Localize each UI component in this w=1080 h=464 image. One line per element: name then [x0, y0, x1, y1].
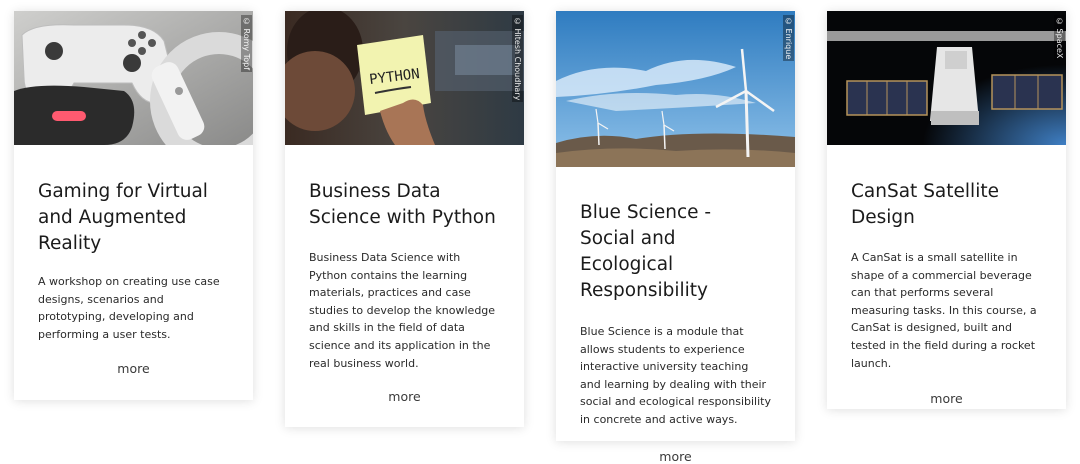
more-link[interactable]: more [285, 389, 524, 404]
wind-turbines-image[interactable]: © Enrique [556, 11, 795, 167]
more-link[interactable]: more [827, 391, 1066, 406]
course-card-cansat: © SpaceX CanSat Satellite Design A CanSa… [827, 11, 1066, 409]
course-card-python: PYTHON © Hitesh Choudhary Business Data … [285, 11, 524, 427]
card-title[interactable]: Gaming for Virtual and Augmented Reality [14, 179, 253, 257]
card-title[interactable]: Business Data Science with Python [285, 179, 524, 231]
card-title[interactable]: Blue Science - Social and Ecological Res… [556, 200, 795, 304]
course-card-blue-science: © Enrique Blue Science - Social and Ecol… [556, 11, 795, 464]
card-title[interactable]: CanSat Satellite Design [827, 179, 1066, 231]
card-description: Business Data Science with Python contai… [309, 251, 496, 370]
satellite-image[interactable]: © SpaceX [827, 11, 1066, 145]
more-link[interactable]: more [14, 361, 253, 376]
card-description: Blue Science is a module that allows stu… [580, 325, 771, 426]
card-description: A workshop on creating use case designs,… [38, 275, 220, 341]
card-description: A CanSat is a small satellite in shape o… [851, 251, 1037, 370]
python-sticky-note-image[interactable]: PYTHON © Hitesh Choudhary [285, 11, 524, 145]
game-controllers-image[interactable]: © Romy Topf [14, 11, 253, 145]
course-card-gaming: © Romy Topf Gaming for Virtual and Augme… [14, 11, 253, 400]
more-link[interactable]: more [556, 449, 795, 464]
